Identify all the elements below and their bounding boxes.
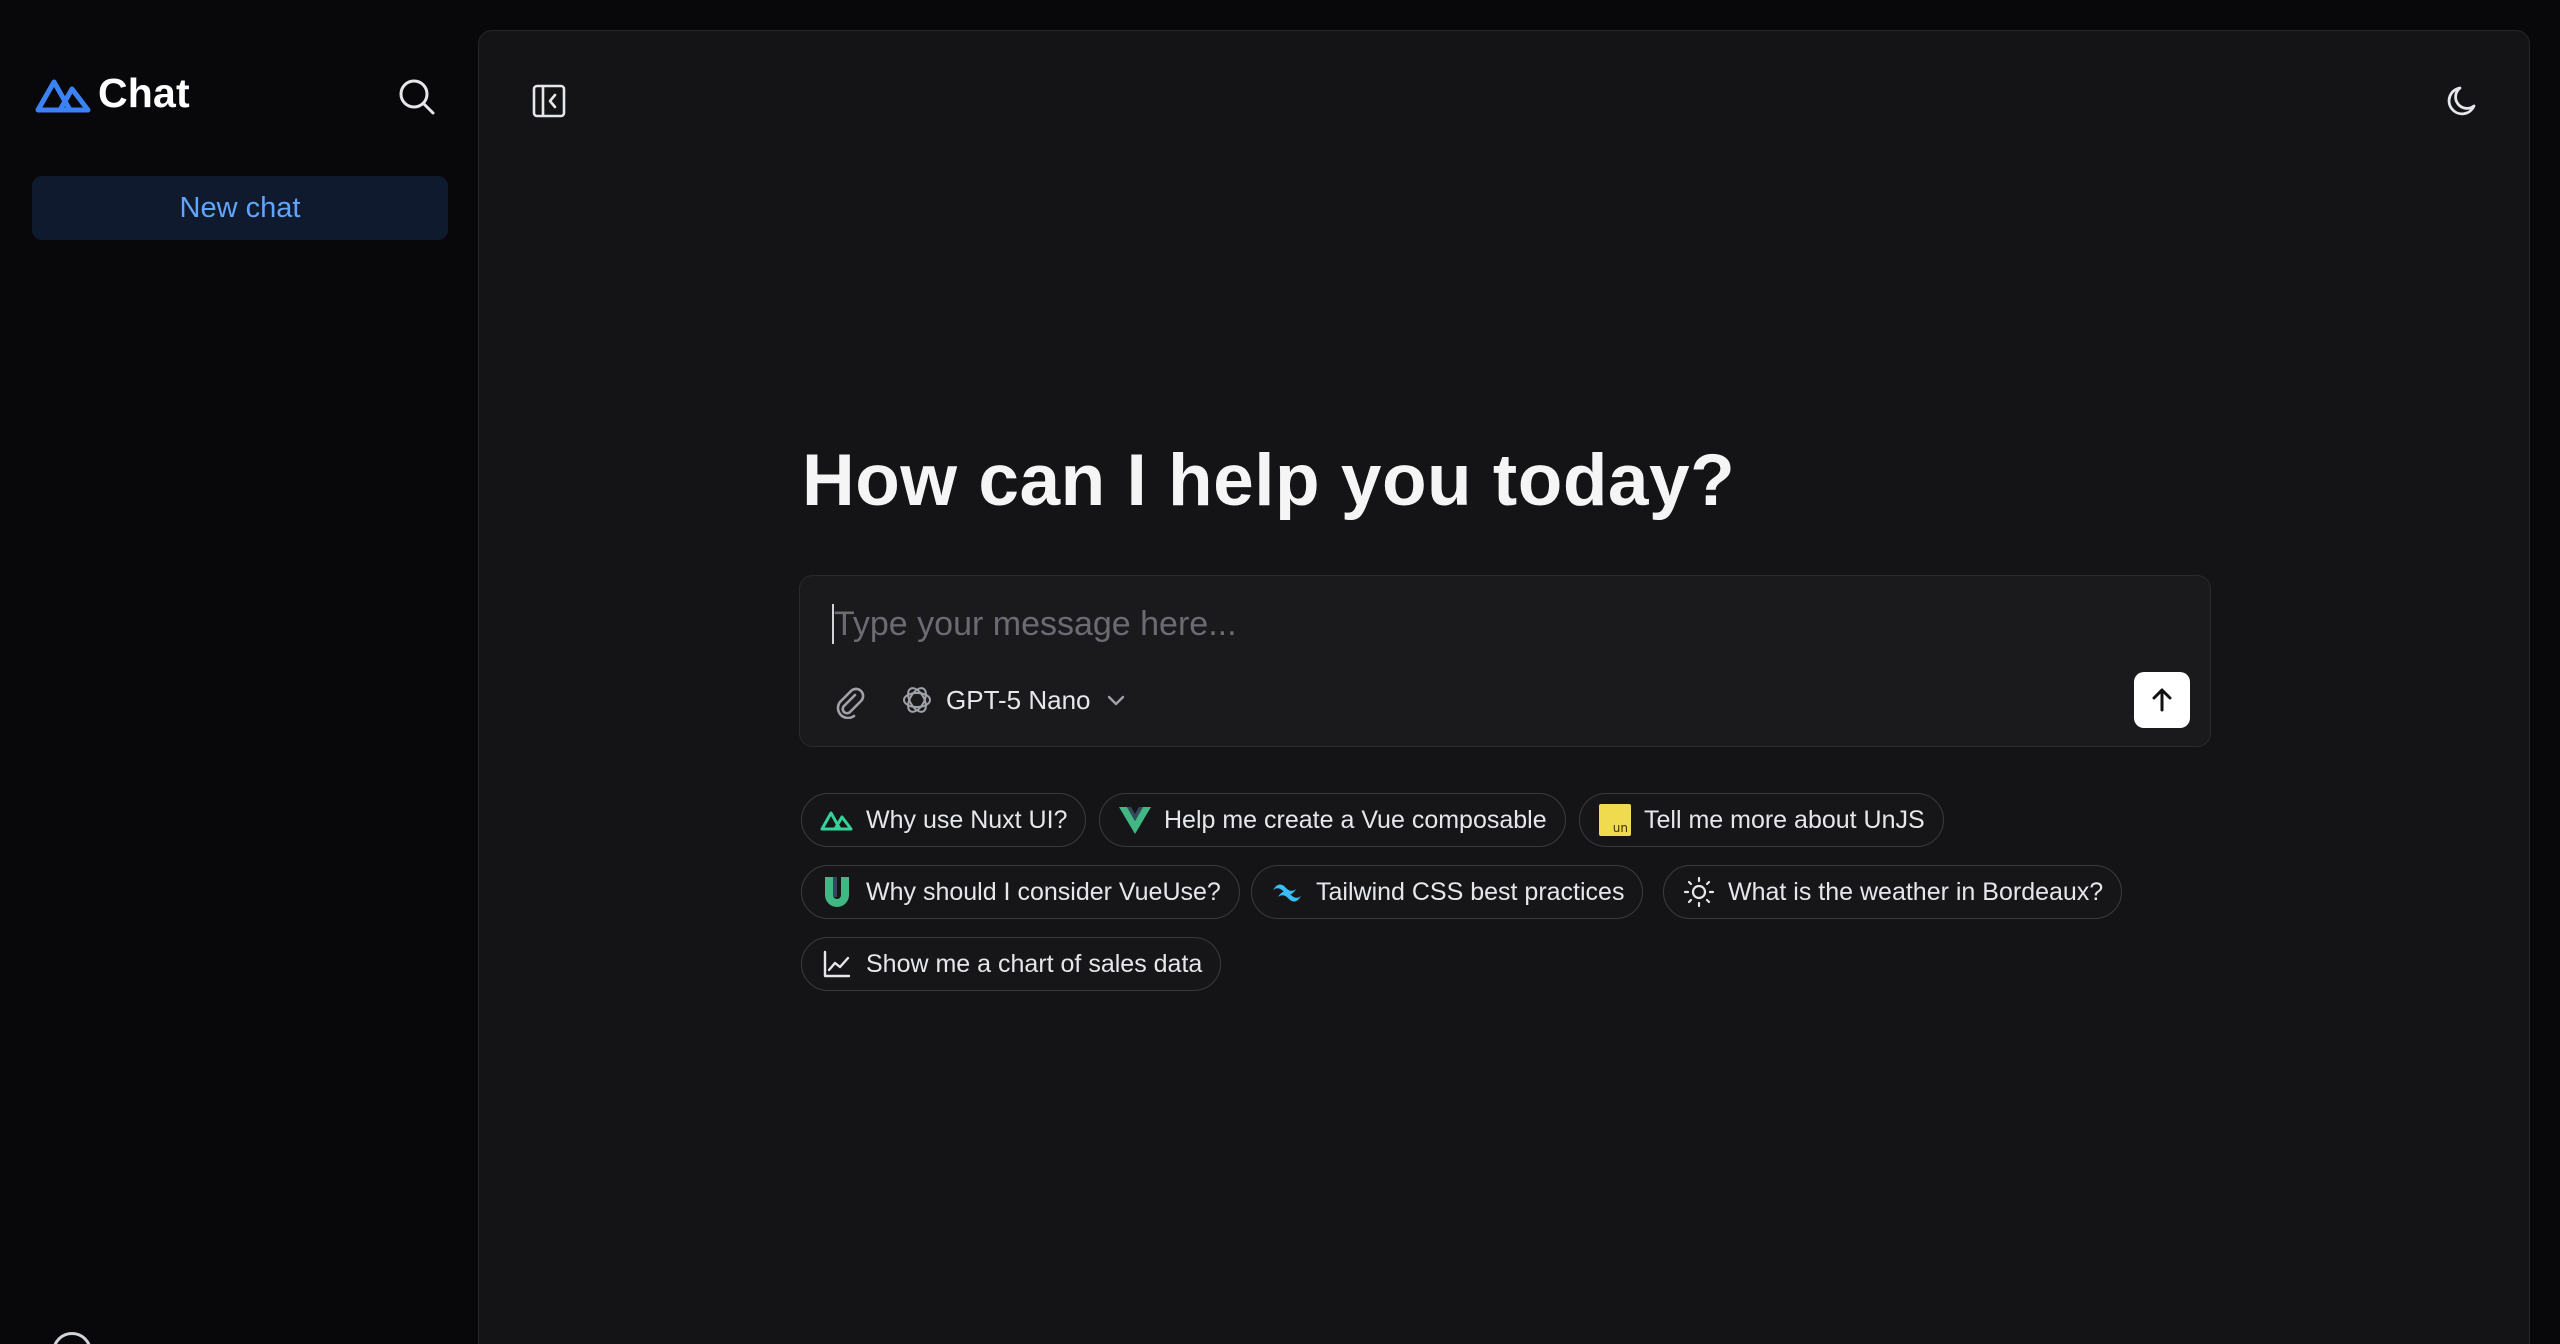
suggestion-chip-nuxt[interactable]: Why use Nuxt UI? bbox=[801, 793, 1087, 847]
new-chat-button[interactable]: New chat bbox=[32, 176, 448, 240]
app: Chat New chat How can I help you today? bbox=[0, 0, 2560, 1344]
brand[interactable]: Chat bbox=[34, 70, 190, 117]
suggestion-chip-chart[interactable]: Show me a chart of sales data bbox=[801, 937, 1222, 991]
sidebar: Chat New chat bbox=[0, 0, 478, 1344]
openai-icon bbox=[903, 687, 931, 713]
attach-button[interactable] bbox=[828, 680, 872, 724]
suggestion-label: Why should I consider VueUse? bbox=[866, 877, 1221, 906]
suggestion-chip-unjs[interactable]: un Tell me more about UnJS bbox=[1579, 793, 1944, 847]
suggestion-label: Help me create a Vue composable bbox=[1164, 805, 1547, 834]
model-select[interactable]: GPT-5 Nano bbox=[900, 674, 1129, 726]
theme-toggle-button[interactable] bbox=[2437, 75, 2489, 127]
page-title: How can I help you today? bbox=[802, 440, 1736, 521]
nuxt-icon bbox=[820, 803, 854, 837]
sun-icon bbox=[1682, 875, 1716, 909]
paperclip-icon bbox=[836, 687, 865, 719]
suggestion-chip-vueuse[interactable]: Why should I consider VueUse? bbox=[801, 865, 1240, 919]
suggestion-chip-tailwind[interactable]: Tailwind CSS best practices bbox=[1251, 865, 1644, 919]
main-panel: How can I help you today? GPT-5 Nano bbox=[478, 30, 2530, 1344]
suggestion-label: Why use Nuxt UI? bbox=[866, 805, 1068, 834]
sidebar-collapse-icon bbox=[532, 84, 566, 118]
nuxt-logo-icon bbox=[35, 79, 91, 112]
model-label: GPT-5 Nano bbox=[946, 684, 1091, 715]
arrow-up-icon bbox=[2152, 688, 2172, 712]
tailwind-icon bbox=[1270, 875, 1304, 909]
suggestion-label: What is the weather in Bordeaux? bbox=[1728, 877, 2104, 906]
brand-name: Chat bbox=[98, 70, 190, 116]
moon-icon bbox=[2447, 86, 2476, 116]
user-menu-avatar[interactable] bbox=[52, 1332, 92, 1344]
search-button[interactable] bbox=[392, 72, 442, 122]
search-icon bbox=[399, 79, 435, 115]
suggestion-label: Show me a chart of sales data bbox=[866, 949, 1203, 978]
vue-icon bbox=[1118, 803, 1152, 837]
suggestion-chip-vue[interactable]: Help me create a Vue composable bbox=[1099, 793, 1566, 847]
chevron-down-icon bbox=[1107, 695, 1124, 706]
suggestion-chip-weather[interactable]: What is the weather in Bordeaux? bbox=[1663, 865, 2123, 919]
collapse-sidebar-button[interactable] bbox=[523, 75, 575, 127]
chat-composer: GPT-5 Nano bbox=[799, 575, 2211, 747]
message-input[interactable] bbox=[834, 598, 2134, 650]
send-button[interactable] bbox=[2134, 672, 2190, 728]
unjs-icon: un bbox=[1598, 803, 1632, 837]
vueuse-icon bbox=[820, 875, 854, 909]
chart-icon bbox=[820, 947, 854, 981]
suggestion-label: Tailwind CSS best practices bbox=[1316, 877, 1625, 906]
suggestion-label: Tell me more about UnJS bbox=[1644, 805, 1925, 834]
